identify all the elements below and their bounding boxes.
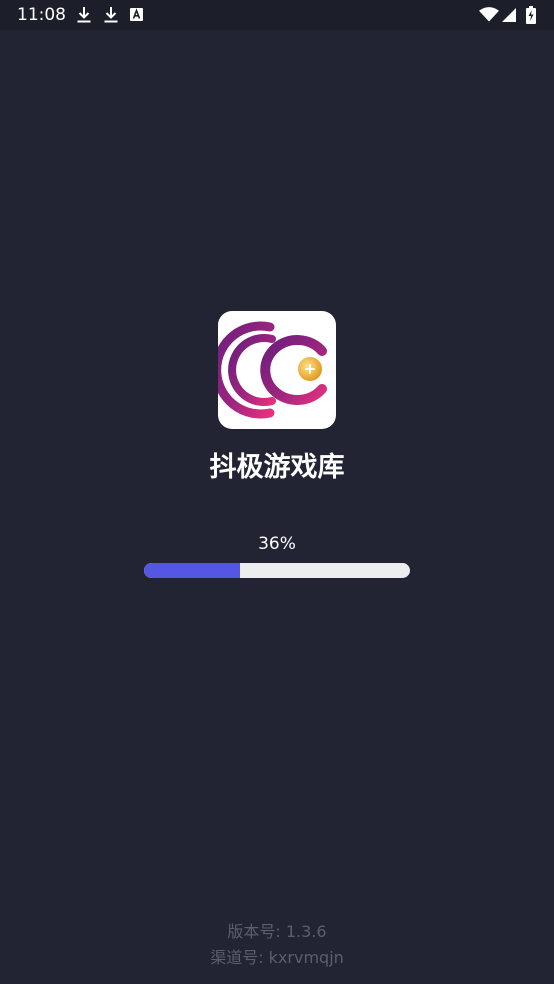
progress-percent-label: 36% [258, 534, 296, 554]
channel-label: 渠道号: kxrvmqjn [210, 948, 344, 967]
text-a-icon [130, 8, 143, 26]
battery-charging-icon [526, 6, 536, 24]
progress-bar-fill [144, 563, 240, 578]
app-logo-icon [218, 311, 336, 429]
wifi-icon [479, 7, 499, 25]
app-title: 抖极游戏库 [209, 452, 345, 483]
loading-progress-bar [144, 563, 410, 578]
version-label: 版本号: 1.3.6 [227, 922, 327, 941]
download-icon [103, 6, 119, 24]
splash-screen: 11:08 抖极游戏库 36% 版本号: 1.3.6 渠道号: kxrvmqjn [0, 0, 554, 984]
cell-signal-icon [502, 8, 516, 26]
status-bar: 11:08 [0, 0, 554, 30]
status-time: 11:08 [17, 5, 66, 25]
download-icon [76, 6, 92, 24]
